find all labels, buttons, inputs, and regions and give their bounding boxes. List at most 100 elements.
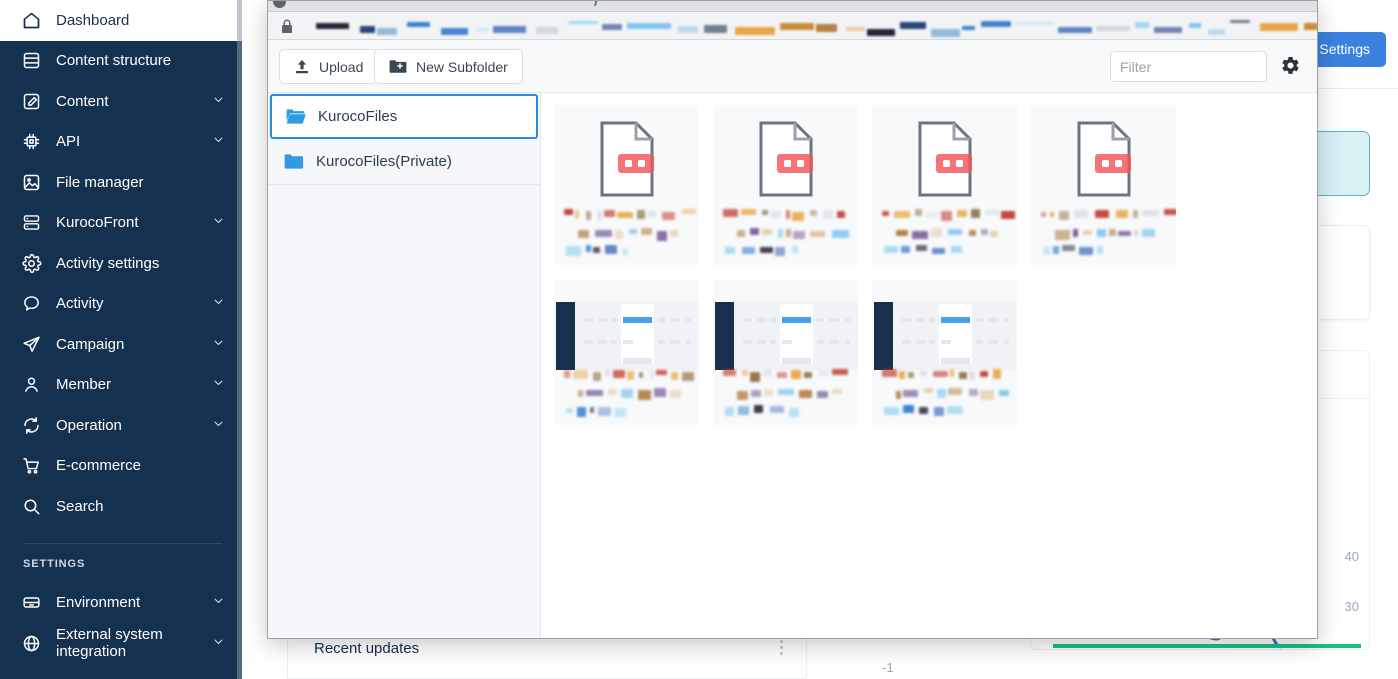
sidebar-item-e-commerce[interactable]: E-commerce <box>0 446 242 487</box>
sidebar-item-api[interactable]: API <box>0 122 242 163</box>
screenshot-preview <box>554 302 699 372</box>
redacted-address-content <box>298 16 1317 37</box>
file-thumbnail-screenshot[interactable] <box>872 280 1017 425</box>
grid-row-break <box>554 265 1317 280</box>
sidebar-item-file-manager[interactable]: File manager <box>0 162 242 203</box>
database-icon <box>20 50 42 72</box>
sidebar-item-content-structure[interactable]: Content structure <box>0 41 242 82</box>
new-subfolder-button-label: New Subfolder <box>416 59 508 75</box>
screenshot-preview <box>872 302 1017 372</box>
user-icon <box>20 374 42 396</box>
chevron-down-icon[interactable] <box>211 634 226 653</box>
file-thumbnail-pdf[interactable] <box>713 105 858 265</box>
sidebar-item-label: Operation <box>56 417 211 434</box>
chevron-down-icon[interactable] <box>211 213 226 232</box>
pdf-file-icon <box>753 121 819 202</box>
folder-tree-item[interactable]: KurocoFiles(Private) <box>268 139 540 184</box>
sidebar-item-label: External system integration <box>56 626 211 661</box>
chevron-down-icon[interactable] <box>211 375 226 394</box>
reload-icon[interactable] <box>585 0 597 8</box>
sidebar-item-label: API <box>56 133 211 150</box>
sidebar-item-content[interactable]: Content <box>0 81 242 122</box>
lock-icon <box>281 19 293 34</box>
sidebar-item-environment[interactable]: Environment <box>0 583 242 624</box>
sidebar-item-search[interactable]: Search <box>0 486 242 527</box>
pdf-file-icon <box>912 121 978 202</box>
sidebar-item-label: Activity settings <box>56 255 226 272</box>
chart-ytick-40: 40 <box>1345 549 1359 564</box>
upload-icon <box>294 59 310 75</box>
chevron-down-icon[interactable] <box>211 132 226 151</box>
browser-address-bar[interactable] <box>268 12 1317 40</box>
globe-icon <box>20 632 42 654</box>
edit-square-icon <box>20 90 42 112</box>
folder-tree-panel: KurocoFiles KurocoFiles(Private) <box>268 93 541 638</box>
sidebar-item-activity[interactable]: Activity <box>0 284 242 325</box>
sidebar-item-kurocofront[interactable]: KurocoFront <box>0 203 242 244</box>
chevron-down-icon[interactable] <box>211 92 226 111</box>
sidebar-settings-heading: SETTINGS <box>0 558 242 583</box>
file-manager-modal: Upload New Subfolder KurocoFiles KurocoF… <box>267 0 1318 639</box>
chip-icon <box>20 131 42 153</box>
sidebar-item-label: Search <box>56 498 226 515</box>
file-name-redacted <box>721 207 850 259</box>
sidebar-item-label: E-commerce <box>56 457 226 474</box>
home-icon <box>20 9 42 31</box>
file-thumbnail-pdf[interactable] <box>1031 105 1176 265</box>
main-sidebar: Dashboard Content structure Content API File… <box>0 0 242 679</box>
gear-icon[interactable] <box>1279 55 1301 77</box>
sidebar-item-label: Member <box>56 376 211 393</box>
sidebar-item-activity-settings[interactable]: Activity settings <box>0 243 242 284</box>
chat-icon <box>20 293 42 315</box>
chevron-down-icon[interactable] <box>211 593 226 612</box>
pdf-file-icon <box>1071 121 1137 202</box>
sidebar-item-label: Environment <box>56 594 211 611</box>
sidebar-item-label: File manager <box>56 174 226 191</box>
recent-updates-title: Recent updates <box>314 640 419 657</box>
folder-tree-item[interactable]: KurocoFiles <box>270 94 538 139</box>
folder-tree-item-label: KurocoFiles <box>318 108 397 125</box>
sidebar-item-campaign[interactable]: Campaign <box>0 324 242 365</box>
file-thumbnail-pdf[interactable] <box>872 105 1017 265</box>
send-icon <box>20 333 42 355</box>
browser-chrome-bar <box>268 1 1317 12</box>
file-thumbnail-screenshot[interactable] <box>713 280 858 425</box>
upload-button-label: Upload <box>319 59 363 75</box>
kebab-menu-icon[interactable] <box>780 640 784 658</box>
folder-icon <box>284 153 304 170</box>
sidebar-item-member[interactable]: Member <box>0 365 242 406</box>
pdf-file-icon <box>594 121 660 202</box>
sidebar-item-label: Content structure <box>56 52 226 69</box>
window-control-icon[interactable] <box>273 0 286 8</box>
cart-icon <box>20 455 42 477</box>
drive-icon <box>20 592 42 614</box>
file-name-redacted <box>562 367 691 419</box>
upload-button[interactable]: Upload <box>279 49 378 84</box>
chevron-down-icon[interactable] <box>211 416 226 435</box>
sidebar-divider <box>23 543 222 544</box>
sidebar-item-operation[interactable]: Operation <box>0 405 242 446</box>
folder-open-icon <box>286 108 306 125</box>
gear-icon <box>20 252 42 274</box>
sidebar-item-external-system-integration[interactable]: External system integration <box>0 623 242 664</box>
sidebar-item-label: Activity <box>56 295 211 312</box>
chart-xtick-left: -1 <box>882 660 894 675</box>
chevron-down-icon[interactable] <box>211 335 226 354</box>
filter-input[interactable] <box>1110 51 1267 82</box>
sidebar-item-dashboard[interactable]: Dashboard <box>0 0 242 41</box>
image-icon <box>20 171 42 193</box>
folder-tree-item-label: KurocoFiles(Private) <box>316 153 452 170</box>
file-thumbnail-pdf[interactable] <box>554 105 699 265</box>
file-name-redacted <box>1039 207 1168 259</box>
file-thumbnail-screenshot[interactable] <box>554 280 699 425</box>
file-name-redacted <box>880 207 1009 259</box>
sidebar-item-label: Campaign <box>56 336 211 353</box>
sidebar-item-label: Content <box>56 93 211 110</box>
new-subfolder-button[interactable]: New Subfolder <box>374 49 523 84</box>
chart-ytick-30: 30 <box>1345 599 1359 614</box>
screen: Dashboard Content structure Content API File… <box>0 0 1398 679</box>
search-icon <box>20 495 42 517</box>
file-grid <box>542 93 1317 638</box>
sidebar-item-label: KurocoFront <box>56 214 211 231</box>
chevron-down-icon[interactable] <box>211 294 226 313</box>
